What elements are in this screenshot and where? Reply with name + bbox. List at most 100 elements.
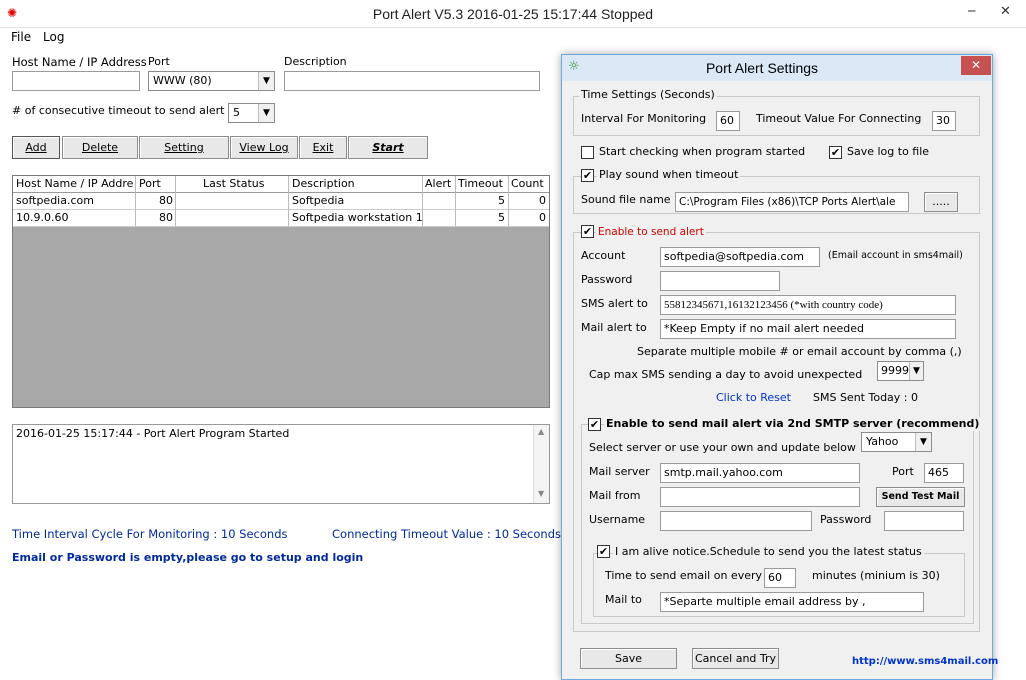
username-input[interactable] (660, 511, 812, 531)
interval-input[interactable]: 60 (716, 111, 740, 131)
start-button[interactable]: Start (348, 136, 428, 159)
account-label: Account (581, 249, 626, 262)
minimize-button[interactable]: ─ (968, 4, 975, 18)
cancel-button[interactable]: Cancel and Try (692, 648, 779, 669)
interval-label: Interval For Monitoring (581, 112, 707, 125)
title-bar: ✺ Port Alert V5.3 2016-01-25 15:17:44 St… (0, 0, 1026, 28)
hosts-table[interactable]: Host Name / IP Addre Port Last Status De… (12, 175, 550, 408)
alive-checkbox[interactable]: ✔ (597, 545, 610, 558)
server-select-label: Select server or use your own and update… (589, 441, 856, 454)
cell-timeout: 5 (498, 194, 505, 207)
menu-bar: File Log (0, 28, 560, 46)
password-label: Password (581, 273, 633, 286)
chevron-down-icon: ▼ (915, 433, 931, 451)
account-input[interactable]: softpedia@softpedia.com (660, 247, 820, 267)
window-title: Port Alert V5.3 2016-01-25 15:17:44 Stop… (372, 6, 654, 22)
description-input[interactable] (284, 71, 540, 91)
chevron-down-icon: ▼ (258, 104, 274, 122)
scroll-down-icon[interactable]: ▼ (538, 489, 544, 498)
cap-sms-select[interactable]: 9999 ▼ (877, 361, 924, 381)
server-select[interactable]: Yahoo ▼ (861, 432, 932, 452)
menu-file[interactable]: File (11, 30, 31, 44)
menu-log[interactable]: Log (43, 30, 64, 44)
col-port[interactable]: Port (139, 177, 161, 191)
scroll-up-icon[interactable]: ▲ (538, 427, 544, 436)
minutes-note: minutes (minium is 30) (812, 569, 940, 582)
dialog-close-button[interactable]: ✕ (961, 56, 991, 75)
mail-from-label: Mail from (589, 489, 641, 502)
server-select-value: Yahoo (866, 435, 899, 448)
sms4mail-link[interactable]: http://www.sms4mail.com (852, 655, 998, 669)
exit-button[interactable]: Exit (299, 136, 347, 159)
col-alert[interactable]: Alert (425, 177, 451, 191)
host-input[interactable] (12, 71, 140, 91)
username-label: Username (589, 513, 646, 526)
host-label: Host Name / IP Address (12, 55, 147, 69)
save-button[interactable]: Save (580, 648, 677, 669)
description-label: Description (284, 55, 347, 68)
reset-link[interactable]: Click to Reset (716, 391, 791, 405)
time-every-input[interactable]: 60 (764, 568, 796, 588)
send-test-mail-button[interactable]: Send Test Mail (876, 487, 965, 507)
delete-button[interactable]: Delete (62, 136, 138, 159)
cell-port: 80 (159, 211, 173, 224)
col-description[interactable]: Description (292, 177, 355, 191)
view-log-button[interactable]: View Log (230, 136, 298, 159)
mail-from-input[interactable] (660, 487, 860, 507)
col-count[interactable]: Count (511, 177, 544, 191)
log-scrollbar[interactable]: ▲ ▼ (533, 425, 549, 503)
timeout-count-value: 5 (233, 106, 240, 119)
password-input[interactable] (660, 271, 780, 291)
col-last-status[interactable]: Last Status (203, 177, 264, 191)
chevron-down-icon: ▼ (258, 72, 274, 90)
interval-status: Time Interval Cycle For Monitoring : 10 … (12, 527, 288, 541)
browse-button[interactable]: ..... (924, 192, 958, 212)
sound-file-label: Sound file name (581, 193, 671, 206)
sms-alert-input[interactable]: 55812345671,16132123456 (*with country c… (660, 295, 956, 315)
log-line: 2016-01-25 15:17:44 - Port Alert Program… (16, 427, 290, 440)
alive-label: I am alive notice.Schedule to send you t… (613, 545, 924, 559)
cell-description: Softpedia (292, 194, 345, 207)
port-select[interactable]: WWW (80) ▼ (148, 71, 275, 91)
separate-note: Separate multiple mobile # or email acco… (637, 345, 962, 358)
timeout-count-select[interactable]: 5 ▼ (228, 103, 275, 123)
time-every-label: Time to send email on every (605, 569, 763, 582)
smtp-enable-checkbox[interactable]: ✔ (588, 418, 601, 431)
smtp-port-input[interactable]: 465 (924, 463, 964, 483)
smtp-port-label: Port (892, 465, 914, 478)
connect-timeout-input[interactable]: 30 (932, 111, 956, 131)
mail-server-input[interactable]: smtp.mail.yahoo.com (660, 463, 860, 483)
cell-timeout: 5 (498, 211, 505, 224)
cap-sms-value: 9999 (881, 364, 909, 377)
smtp-password-input[interactable] (884, 511, 964, 531)
cell-host: 10.9.0.60 (16, 211, 69, 224)
save-log-checkbox[interactable]: ✔ (829, 146, 842, 159)
sms-sent-today: SMS Sent Today : 0 (813, 391, 918, 404)
setting-button[interactable]: Setting (139, 136, 229, 159)
start-checking-label: Start checking when program started (599, 145, 806, 158)
dialog-title-bar: ☼ Port Alert Settings ✕ (562, 55, 992, 81)
save-log-label: Save log to file (847, 145, 930, 158)
play-sound-checkbox[interactable]: ✔ (581, 169, 594, 182)
close-icon: ✕ (970, 58, 982, 72)
close-button[interactable]: ✕ (1000, 4, 1011, 19)
port-label: Port (148, 55, 170, 68)
col-host[interactable]: Host Name / IP Addre (16, 177, 133, 191)
cell-count: 0 (539, 194, 546, 207)
enable-alert-checkbox[interactable]: ✔ (581, 225, 594, 238)
sound-file-input[interactable]: C:\Program Files (x86)\TCP Ports Alert\a… (675, 192, 909, 212)
dialog-title: Port Alert Settings (705, 60, 819, 76)
time-settings-title: Time Settings (Seconds) (579, 88, 717, 102)
add-button[interactable]: Add (12, 136, 60, 159)
play-sound-label: Play sound when timeout (597, 168, 741, 182)
settings-dialog: ☼ Port Alert Settings ✕ Time Settings (S… (561, 54, 998, 680)
mail-alert-input[interactable]: *Keep Empty if no mail alert needed (660, 319, 956, 339)
log-box[interactable]: 2016-01-25 15:17:44 - Port Alert Program… (12, 424, 550, 504)
connect-status: Connecting Timeout Value : 10 Seconds (332, 527, 561, 541)
checkmark-icon: ✔ (830, 146, 841, 159)
checkmark-icon: ✔ (589, 418, 600, 431)
mail-server-label: Mail server (589, 465, 650, 478)
col-timeout[interactable]: Timeout (458, 177, 503, 191)
start-checking-checkbox[interactable] (581, 146, 594, 159)
mail-to-input[interactable]: *Separte multiple email address by , (660, 592, 924, 612)
